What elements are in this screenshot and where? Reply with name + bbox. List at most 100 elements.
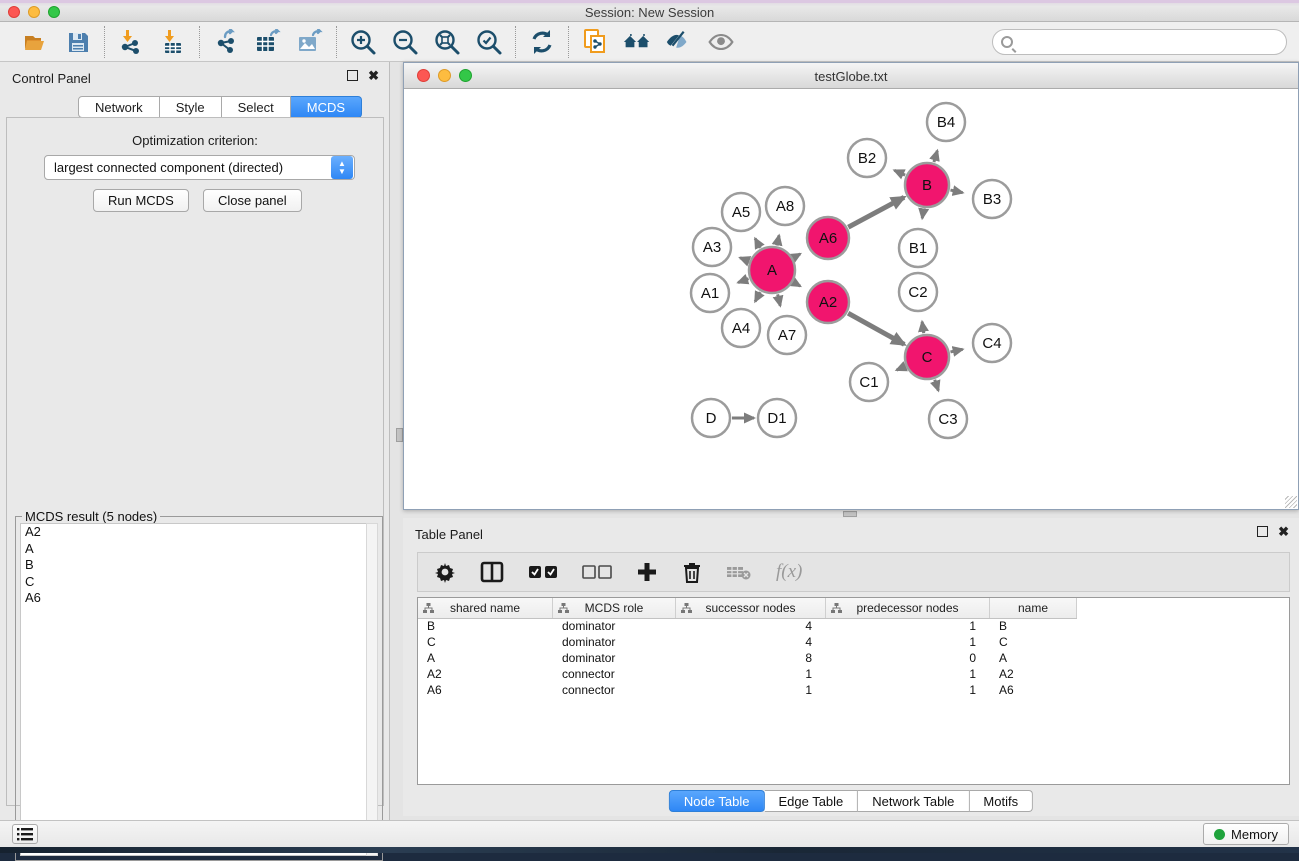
edge-A-A8[interactable] — [777, 235, 779, 245]
result-item[interactable]: C — [21, 574, 367, 591]
table-row[interactable]: A6connector11A6 — [418, 683, 1289, 699]
node-B1[interactable]: B1 — [899, 229, 937, 267]
cell-name[interactable]: A2 — [990, 667, 1077, 683]
export-network-icon[interactable] — [212, 28, 240, 56]
cell-successor-nodes[interactable]: 8 — [676, 651, 826, 667]
function-icon[interactable]: f(x) — [776, 559, 802, 585]
node-A7[interactable]: A7 — [768, 316, 806, 354]
cell-predecessor-nodes[interactable]: 1 — [826, 619, 990, 635]
tab-style[interactable]: Style — [160, 96, 222, 118]
save-session-icon[interactable] — [64, 28, 92, 56]
node-C[interactable]: C — [905, 335, 949, 379]
column-header-successor-nodes[interactable]: successor nodes — [676, 598, 826, 618]
edge-C-C4[interactable] — [950, 349, 962, 352]
trash-icon[interactable] — [682, 559, 702, 585]
result-scrollbar[interactable] — [366, 523, 378, 856]
result-item[interactable]: B — [21, 557, 367, 574]
export-image-icon[interactable] — [296, 28, 324, 56]
edge-B-B2[interactable] — [894, 170, 905, 175]
column-header-predecessor-nodes[interactable]: predecessor nodes — [826, 598, 990, 618]
cell-MCDS-role[interactable]: dominator — [553, 635, 676, 651]
import-table-icon[interactable] — [159, 28, 187, 56]
edge-B-B4[interactable] — [934, 151, 937, 162]
cell-predecessor-nodes[interactable]: 0 — [826, 651, 990, 667]
run-mcds-button[interactable]: Run MCDS — [93, 189, 189, 212]
select-all-icon[interactable] — [528, 559, 558, 585]
float-table-panel-icon[interactable] — [1257, 526, 1268, 537]
task-history-button[interactable] — [12, 824, 38, 844]
result-item[interactable]: A — [21, 541, 367, 558]
edge-A-A2[interactable] — [794, 282, 801, 286]
edge-C-C1[interactable] — [897, 366, 905, 370]
node-C4[interactable]: C4 — [973, 324, 1011, 362]
cell-successor-nodes[interactable]: 4 — [676, 619, 826, 635]
result-item[interactable]: A2 — [21, 524, 367, 541]
cell-MCDS-role[interactable]: dominator — [553, 651, 676, 667]
search-field[interactable] — [992, 29, 1287, 55]
gear-icon[interactable] — [434, 559, 456, 585]
table-row[interactable]: A2connector11A2 — [418, 667, 1289, 683]
node-A[interactable]: A — [749, 247, 795, 293]
tab-edge-table[interactable]: Edge Table — [764, 790, 858, 812]
close-panel-icon[interactable]: ✖ — [368, 70, 379, 81]
edge-C-C2[interactable] — [922, 322, 924, 334]
node-A8[interactable]: A8 — [766, 187, 804, 225]
edge-A-A4[interactable] — [755, 292, 760, 301]
edge-A-A5[interactable] — [755, 238, 760, 247]
zoom-fit-icon[interactable] — [433, 28, 461, 56]
table-row[interactable]: Adominator80A — [418, 651, 1289, 667]
cell-name[interactable]: A — [990, 651, 1077, 667]
mcds-result-list[interactable]: A2ABCA6 — [20, 523, 368, 856]
edge-C-C3[interactable] — [935, 380, 939, 391]
cell-predecessor-nodes[interactable]: 1 — [826, 683, 990, 699]
vertical-divider-handle[interactable] — [396, 428, 403, 442]
cell-successor-nodes[interactable]: 4 — [676, 635, 826, 651]
columns-icon[interactable] — [480, 559, 504, 585]
node-B4[interactable]: B4 — [927, 103, 965, 141]
node-A3[interactable]: A3 — [693, 228, 731, 266]
column-header-MCDS-role[interactable]: MCDS role — [553, 598, 676, 618]
tab-motifs[interactable]: Motifs — [969, 790, 1033, 812]
cell-shared-name[interactable]: A2 — [418, 667, 553, 683]
close-panel-button[interactable]: Close panel — [203, 189, 302, 212]
cell-MCDS-role[interactable]: dominator — [553, 619, 676, 635]
cell-predecessor-nodes[interactable]: 1 — [826, 635, 990, 651]
criterion-dropdown[interactable]: largest connected component (directed) ▲… — [44, 155, 355, 180]
zoom-in-icon[interactable] — [349, 28, 377, 56]
column-header-name[interactable]: name — [990, 598, 1077, 618]
edge-B-B3[interactable] — [950, 190, 962, 193]
node-D1[interactable]: D1 — [758, 399, 796, 437]
column-header-shared-name[interactable]: shared name — [418, 598, 553, 618]
cell-shared-name[interactable]: A — [418, 651, 553, 667]
cell-name[interactable]: C — [990, 635, 1077, 651]
deselect-all-icon[interactable] — [582, 559, 612, 585]
open-session-icon[interactable] — [22, 28, 50, 56]
edge-A6-B[interactable] — [848, 197, 904, 227]
cell-name[interactable]: B — [990, 619, 1077, 635]
visual-properties-icon[interactable] — [665, 28, 693, 56]
refresh-icon[interactable] — [528, 28, 556, 56]
edge-A-A7[interactable] — [778, 294, 781, 305]
node-B[interactable]: B — [905, 163, 949, 207]
edge-B-B1[interactable] — [922, 209, 923, 219]
tab-network-table[interactable]: Network Table — [858, 790, 969, 812]
node-A5[interactable]: A5 — [722, 193, 760, 231]
cell-successor-nodes[interactable]: 1 — [676, 667, 826, 683]
edge-A-A1[interactable] — [738, 279, 748, 283]
eye-icon[interactable] — [707, 28, 735, 56]
node-A2[interactable]: A2 — [807, 281, 849, 323]
cell-shared-name[interactable]: C — [418, 635, 553, 651]
node-B3[interactable]: B3 — [973, 180, 1011, 218]
cell-shared-name[interactable]: A6 — [418, 683, 553, 699]
tab-select[interactable]: Select — [222, 96, 291, 118]
horizontal-divider-handle[interactable] — [843, 511, 857, 517]
add-icon[interactable] — [636, 559, 658, 585]
zoom-selected-icon[interactable] — [475, 28, 503, 56]
close-table-panel-icon[interactable]: ✖ — [1278, 526, 1289, 537]
export-table-icon[interactable] — [254, 28, 282, 56]
network-clipboard-icon[interactable] — [581, 28, 609, 56]
result-item[interactable]: A6 — [21, 590, 367, 607]
zoom-out-icon[interactable] — [391, 28, 419, 56]
table-row[interactable]: Cdominator41C — [418, 635, 1289, 651]
cell-predecessor-nodes[interactable]: 1 — [826, 667, 990, 683]
